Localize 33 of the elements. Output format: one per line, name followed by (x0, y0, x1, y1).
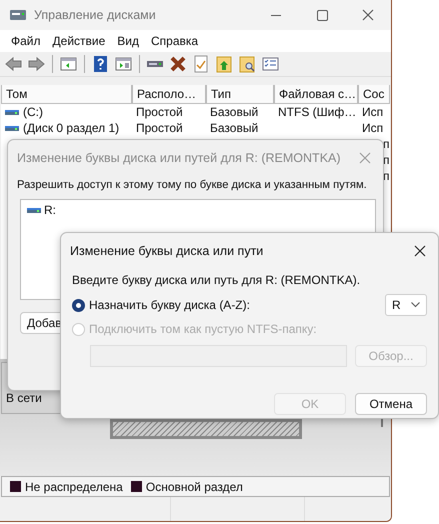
table-cell-text: Простой (135, 105, 184, 119)
drive-letter-dropdown[interactable]: R (385, 294, 427, 316)
menu-item[interactable]: Вид (112, 32, 144, 50)
legend-label: Основной раздел (146, 480, 243, 494)
table-cell: п (383, 137, 390, 151)
column-header[interactable]: Тип (206, 85, 274, 104)
table-cell-text: Базовый (209, 121, 260, 135)
table-cell-text: Исп (361, 121, 384, 135)
dialog-description: Разрешить доступ к этому тому по букве диска и указанным путям. (17, 179, 368, 191)
column-header[interactable]: Файловая с… (274, 85, 358, 104)
dialog-title: Изменение буквы диска или пути (70, 244, 264, 258)
option-label[interactable]: Назначить букву диска (A-Z): (89, 298, 250, 312)
table-cell-text: Простой (135, 121, 184, 135)
table-cell: п (383, 153, 390, 167)
column-header[interactable]: Том (1, 85, 132, 104)
table-cell-text: NTFS (Шиф… (277, 105, 358, 119)
volume-name: (C:) (23, 105, 43, 119)
window-title: Управление дисками (34, 8, 157, 22)
table-cell-text: Базовый (209, 105, 260, 119)
disk-status: В сети (6, 391, 42, 405)
cancel-button[interactable]: Отмена (355, 393, 427, 415)
menu-item[interactable]: Действие (48, 32, 110, 50)
table-cell-text: Исп (361, 105, 384, 119)
path-label[interactable]: R: (44, 203, 56, 217)
legend-label: Не распределена (25, 480, 123, 494)
menu-item[interactable]: Справка (146, 32, 204, 50)
volume-name: (Диск 0 раздел 1) (23, 121, 120, 135)
dialog-description: Введите букву диска или путь для R: (REMONTKA). (72, 273, 362, 287)
column-header[interactable]: Сос (358, 85, 390, 104)
column-header[interactable]: Располо… (132, 85, 206, 104)
table-cell: п (383, 169, 390, 183)
dialog-title: Изменение буквы диска или путей для R: (REMONTKA) (17, 151, 341, 165)
menu-item[interactable]: Файл (6, 32, 46, 50)
